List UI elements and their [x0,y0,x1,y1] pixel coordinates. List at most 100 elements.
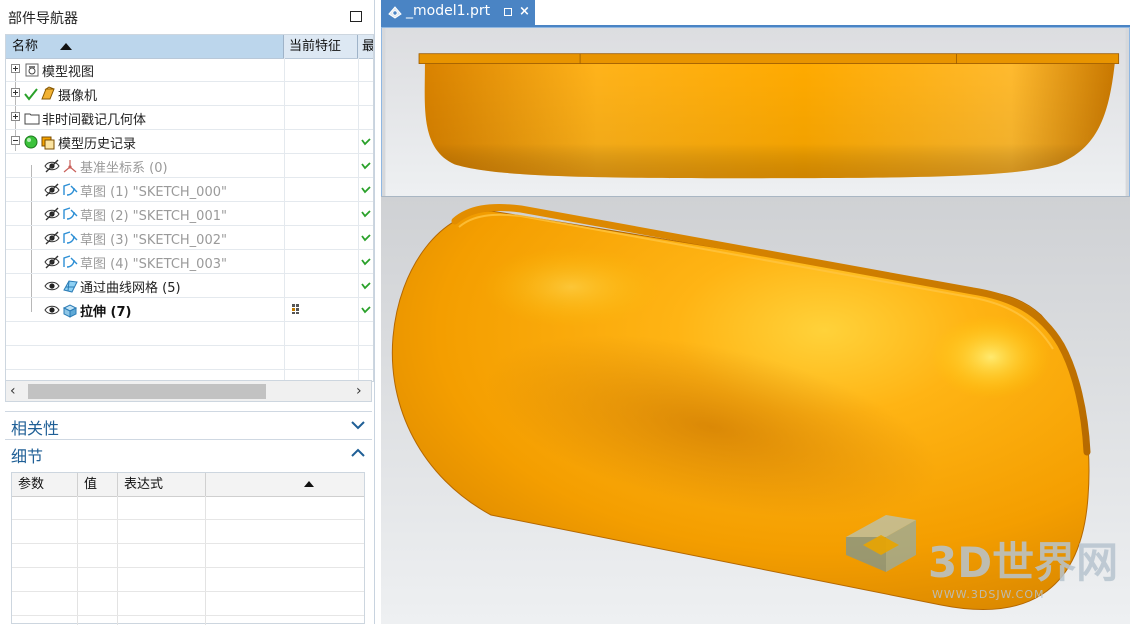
tree-row[interactable]: 模型视图 [6,58,373,82]
details-row [12,568,364,592]
details-table-header: 参数 值 表达式 [12,473,364,497]
details-section-header[interactable]: 细节 [5,439,372,466]
front-view[interactable] [381,27,1130,197]
expand-icon[interactable] [11,64,20,73]
model-history-icon [41,136,55,150]
tree-item-label: 草图 (3) "SKETCH_002" [80,233,227,248]
up-to-date-check-icon [361,306,371,314]
up-to-date-check-icon [361,210,371,218]
up-to-date-check-icon [361,282,371,290]
scroll-left-icon[interactable]: ‹ [10,383,16,399]
tree-row[interactable]: 摄像机 [6,82,373,106]
empty-row [6,322,373,346]
visible-eye-icon[interactable] [44,302,60,318]
column-name-label: 名称 [12,39,39,54]
hidden-eye-icon[interactable] [44,254,60,270]
details-label: 细节 [11,447,44,466]
watermark-text: 3D世界网 [928,538,1118,587]
document-tab[interactable]: _model1.prt × [381,0,535,25]
extrude-icon [62,304,78,318]
tree-item-label: 模型历史记录 [58,137,137,152]
through-curve-mesh-icon [63,280,78,293]
hidden-eye-icon[interactable] [44,230,60,246]
details-column-expression-label: 表达式 [124,477,164,492]
part-file-icon [388,6,402,19]
tree-row[interactable]: 模型历史记录 [6,130,373,154]
tree-item-label: 基准坐标系 (0) [80,161,168,176]
tree-item-label: 摄像机 [58,89,98,104]
column-current-feature-label: 当前特征 [289,39,342,54]
tree-row[interactable]: 草图 (3) "SKETCH_002" [6,226,373,250]
document-tabbar: _model1.prt × [381,0,1130,25]
details-table: 参数 值 表达式 [11,472,365,625]
column-header-name[interactable]: 名称 [6,35,284,58]
expand-icon[interactable] [11,112,20,121]
watermark-url: WWW.3DSJW.COM [932,588,1045,601]
details-column-param-label: 参数 [18,477,45,492]
up-to-date-check-icon [361,138,371,146]
tree-item-label: 草图 (4) "SKETCH_003" [80,257,227,272]
hidden-eye-icon[interactable] [44,206,60,222]
navigator-title: 部件导航器 [8,11,78,27]
model-views-icon [25,63,39,77]
tree-item-label: 草图 (2) "SKETCH_001" [80,209,227,224]
up-to-date-check-icon [361,186,371,194]
tree-row[interactable]: 拉伸 (7) [6,298,373,322]
close-icon[interactable]: × [519,4,530,19]
navigator-tree: 名称 当前特征 最 模型视图摄像机非时间戳记几何体模型历史记录基准坐标系 (0)… [5,34,374,382]
expand-icon[interactable] [11,88,20,97]
current-feature-icon [292,304,299,314]
visible-eye-icon[interactable] [44,278,60,294]
column-extra-label: 最 [362,39,373,54]
details-column-param[interactable]: 参数 [12,473,78,496]
collapse-icon[interactable] [11,136,20,145]
details-column-expression[interactable]: 表达式 [118,473,314,496]
scroll-thumb[interactable] [28,384,266,399]
sketch-icon [63,255,78,268]
up-to-date-check-icon [361,258,371,266]
tree-row[interactable]: 非时间戳记几何体 [6,106,373,130]
graphics-viewport[interactable]: _model1.prt × 3D世界网 WWW.3DSJW.COM [381,0,1130,624]
document-tab-label: _model1.prt [406,3,491,19]
details-column-value-label: 值 [84,477,98,492]
scroll-right-icon[interactable]: › [356,383,362,399]
horizontal-scrollbar[interactable]: ‹ › [5,380,372,402]
hidden-eye-icon[interactable] [44,182,60,198]
datum-csys-icon [63,160,77,173]
camera-icon [41,86,55,100]
hidden-eye-icon[interactable] [44,158,60,174]
chevron-up-icon[interactable] [351,446,365,460]
details-row [12,592,364,616]
restore-icon[interactable] [504,8,512,16]
sort-ascending-icon [304,481,314,487]
tree-row[interactable]: 通过曲线网格 (5) [6,274,373,298]
tree-item-label: 非时间戳记几何体 [42,113,147,128]
details-row [12,496,364,520]
dependencies-section-header[interactable]: 相关性 [5,411,372,438]
sketch-icon [63,207,78,220]
up-to-date-check-icon [361,234,371,242]
tray-rim [418,53,1120,64]
maximize-icon[interactable] [350,11,362,22]
tree-item-label: 拉伸 (7) [80,305,132,320]
tree-row[interactable]: 草图 (1) "SKETCH_000" [6,178,373,202]
tree-item-label: 通过曲线网格 (5) [80,281,181,296]
sort-ascending-icon [60,43,72,50]
navigator-titlebar: 部件导航器 [0,0,374,34]
tree-row[interactable]: 草图 (4) "SKETCH_003" [6,250,373,274]
column-header-current-feature[interactable]: 当前特征 [285,35,358,58]
chevron-down-icon[interactable] [351,418,365,432]
dependencies-label: 相关性 [11,419,60,438]
tree-row[interactable]: 草图 (2) "SKETCH_001" [6,202,373,226]
details-row [12,520,364,544]
up-to-date-check-icon [361,162,371,170]
tree-header: 名称 当前特征 最 [6,35,373,59]
isometric-view[interactable]: 3D世界网 WWW.3DSJW.COM [381,197,1130,624]
empty-row [6,346,373,370]
details-column-value[interactable]: 值 [78,473,118,496]
sketch-icon [63,231,78,244]
column-header-extra[interactable]: 最 [359,35,373,58]
part-navigator-panel: 部件导航器 名称 当前特征 最 模型视图摄像机非时间戳记几何体模型历史记录基准坐… [0,0,375,625]
tree-row[interactable]: 基准坐标系 (0) [6,154,373,178]
folder-icon [24,113,40,125]
